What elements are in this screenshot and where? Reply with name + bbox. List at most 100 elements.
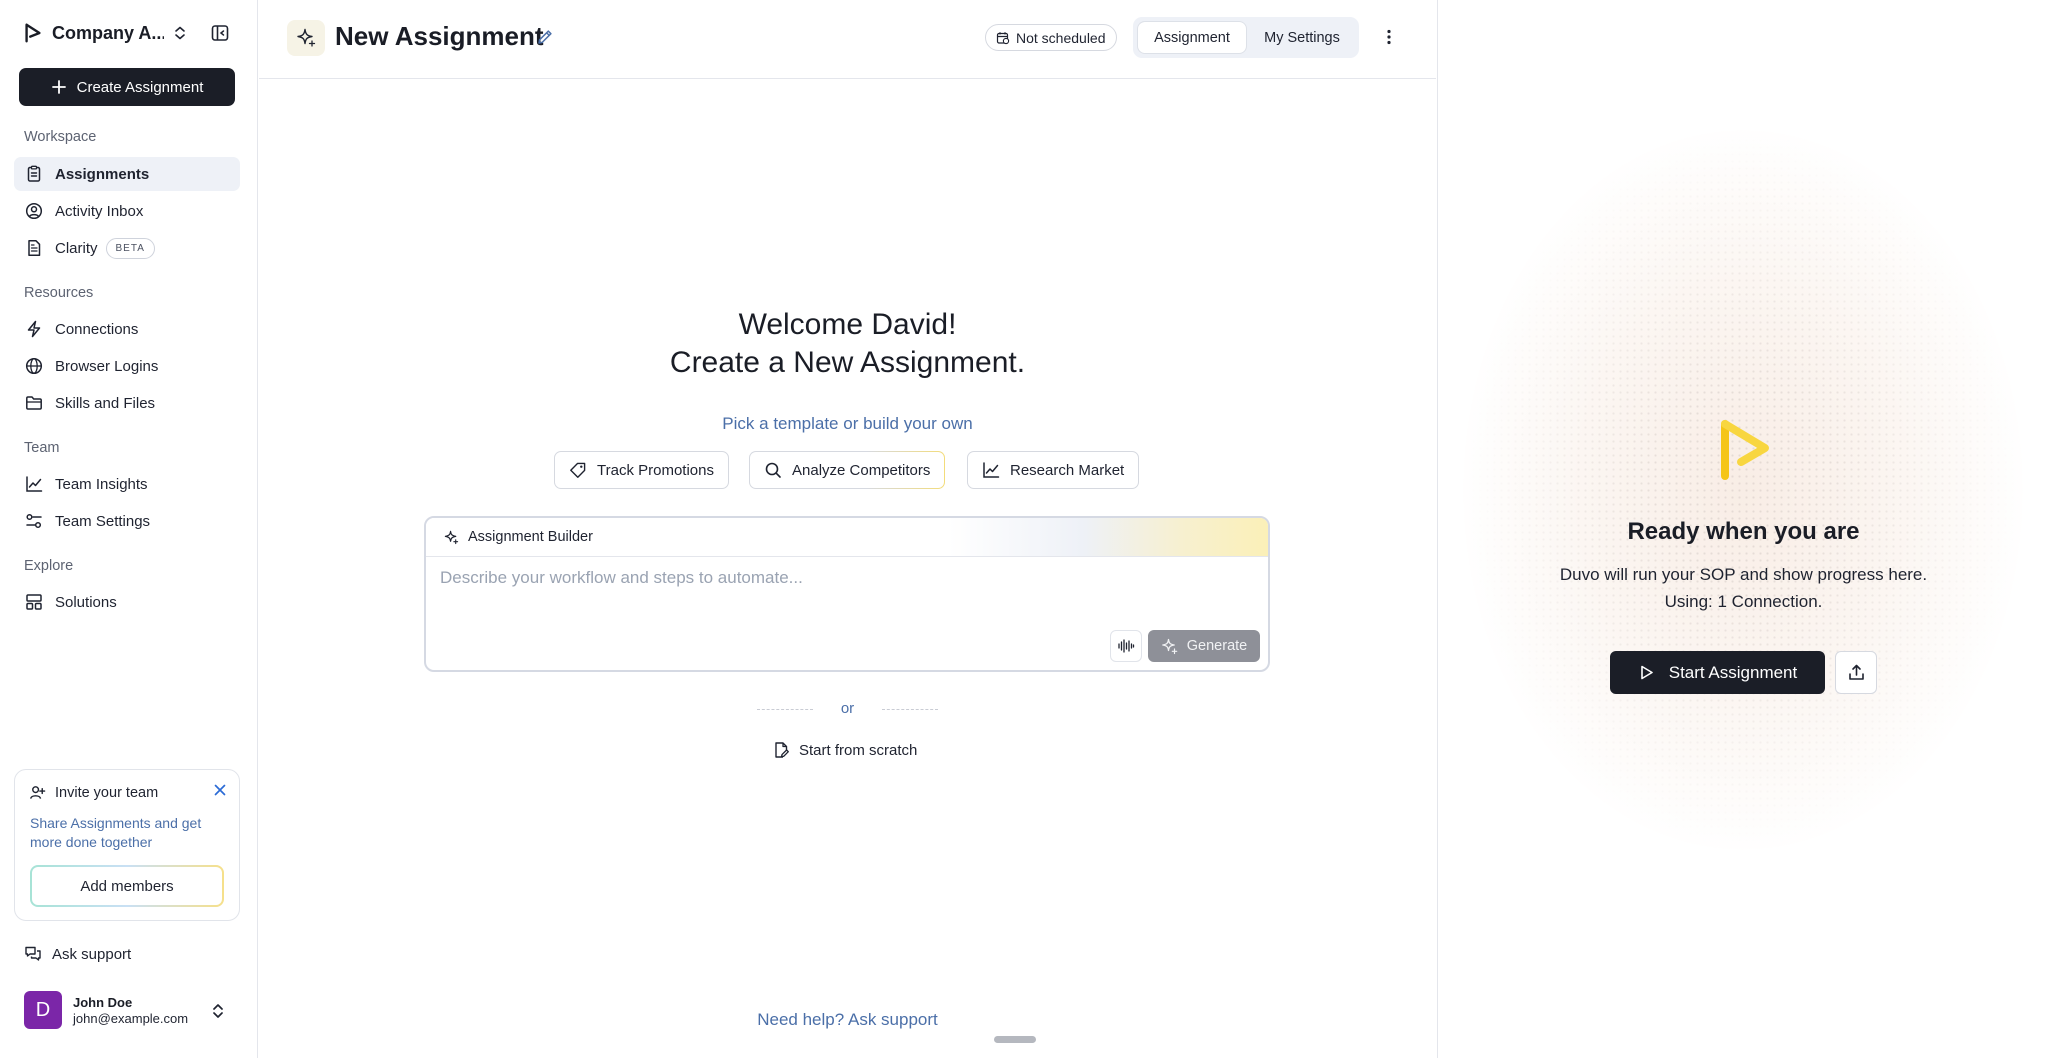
section-label-resources: Resources (24, 285, 94, 301)
start-assignment-label: Start Assignment (1668, 662, 1798, 682)
welcome-line-1: Welcome David! (738, 308, 957, 341)
layout-grid-icon (26, 594, 42, 610)
sidebar-item-label: Solutions (55, 593, 117, 611)
ready-title: Ready when you are (1627, 518, 1860, 545)
share-button[interactable] (1835, 651, 1877, 694)
template-label: Analyze Competitors (792, 461, 931, 479)
pencil-icon[interactable] (536, 28, 554, 46)
page-title: New Assignment (335, 21, 544, 51)
ask-support-label: Ask support (52, 945, 132, 963)
globe-icon (25, 357, 43, 375)
invite-title-text: Invite your team (55, 784, 159, 801)
template-research-market[interactable]: Research Market (967, 451, 1140, 489)
workspace-name: Company A... (52, 22, 164, 43)
file-pen-icon (775, 742, 789, 758)
sidebar-item-label: Activity Inbox (55, 202, 144, 220)
run-panel: Ready when you are Duvo will run your SO… (1437, 0, 2048, 1058)
brand-logo-icon (25, 23, 41, 43)
user-plus-icon (30, 786, 46, 799)
invite-title: Invite your team (29, 784, 158, 801)
create-assignment-label: Create Assignment (76, 78, 204, 96)
sidebar-item-clarity[interactable]: Clarity BETA (14, 231, 240, 265)
sparkle-icon (297, 28, 316, 47)
sliders-icon (26, 513, 42, 529)
template-prompt: Pick a template or build your own (722, 414, 973, 433)
workspace-switcher[interactable]: Company A... (22, 22, 229, 44)
sidebar-item-connections[interactable]: Connections (14, 312, 240, 346)
avatar: D (24, 991, 62, 1029)
sparkle-icon (1161, 638, 1178, 654)
sidebar-item-label: Connections (55, 320, 139, 338)
section-label-workspace: Workspace (24, 129, 97, 145)
section-label-explore: Explore (24, 558, 74, 574)
view-toggle: Assignment My Settings (1133, 17, 1359, 58)
voice-input-button[interactable] (1110, 630, 1142, 662)
resize-handle[interactable] (994, 1036, 1036, 1043)
ask-support-link[interactable]: Ask support (24, 945, 131, 963)
welcome-line-2: Create a New Assignment. (669, 346, 1026, 379)
audio-waveform-icon (1118, 639, 1135, 653)
assignment-builder: Assignment Builder Generate (424, 516, 1270, 672)
divider-right (882, 709, 938, 710)
more-options-icon[interactable] (1379, 27, 1399, 47)
help-link[interactable]: Need help? Ask support (259, 1010, 1436, 1030)
workflow-description-input[interactable] (440, 568, 1250, 588)
sidebar-item-solutions[interactable]: Solutions (14, 585, 240, 619)
chevron-up-down-icon[interactable] (210, 1002, 226, 1020)
sidebar-item-label: Skills and Files (55, 394, 156, 412)
ready-description-line-2: Using: 1 Connection. (1664, 592, 1823, 611)
sidebar-item-team-insights[interactable]: Team Insights (14, 467, 240, 501)
user-email: john@example.com (73, 1011, 189, 1026)
tag-icon (570, 462, 586, 478)
invite-team-card: Invite your team Share Assignments and g… (14, 769, 240, 921)
schedule-chip[interactable]: Not scheduled (985, 24, 1117, 51)
sidebar-item-label: Team Insights (55, 475, 148, 493)
template-label: Track Promotions (597, 461, 714, 479)
folder-icon (26, 396, 42, 410)
sidebar-item-browser-logins[interactable]: Browser Logins (14, 349, 240, 383)
assignment-builder-title: Assignment Builder (468, 529, 593, 545)
start-assignment-button[interactable]: Start Assignment (1610, 651, 1825, 694)
sidebar-collapse-icon[interactable] (210, 23, 230, 43)
tab-assignment[interactable]: Assignment (1138, 22, 1246, 53)
line-chart-icon (983, 462, 1000, 478)
schedule-label: Not scheduled (1016, 29, 1106, 46)
sparkle-icon (444, 530, 459, 544)
chat-bubbles-icon (25, 946, 41, 961)
assignment-builder-header: Assignment Builder (426, 518, 1268, 557)
play-icon (1640, 665, 1653, 680)
close-icon[interactable] (213, 783, 227, 797)
sidebar-item-activity-inbox[interactable]: Activity Inbox (14, 194, 240, 228)
calendar-clock-icon (996, 31, 1010, 44)
plus-icon (51, 80, 66, 94)
sidebar-item-team-settings[interactable]: Team Settings (14, 504, 240, 538)
add-members-button[interactable]: Add members (30, 865, 224, 907)
user-circle-icon (25, 202, 43, 220)
generate-button[interactable]: Generate (1148, 630, 1260, 662)
template-analyze-competitors[interactable]: Analyze Competitors (749, 451, 945, 489)
clipboard-icon (27, 165, 41, 182)
user-menu[interactable]: D John Doe john@example.com (24, 991, 238, 1031)
sidebar-item-assignments[interactable]: Assignments (14, 157, 240, 191)
main-panel: New Assignment Not scheduled Assignment … (259, 0, 1436, 1058)
sidebar-item-label: Team Settings (55, 512, 151, 530)
create-assignment-button[interactable]: Create Assignment (19, 68, 235, 106)
line-chart-icon (26, 476, 43, 492)
ready-description: Duvo will run your SOP and show progress… (1438, 561, 2048, 615)
user-name: John Doe (73, 995, 133, 1010)
sidebar: Company A... Create Assignment Workspace… (0, 0, 258, 1058)
start-from-scratch-link[interactable]: Start from scratch (772, 741, 917, 759)
upload-icon (1848, 664, 1864, 680)
or-divider-text: or (840, 700, 855, 717)
document-icon (28, 240, 41, 256)
chevron-up-down-icon[interactable] (172, 25, 188, 41)
ready-description-line-1: Duvo will run your SOP and show progress… (1559, 565, 1928, 584)
search-icon (765, 462, 781, 478)
sidebar-item-skills-files[interactable]: Skills and Files (14, 386, 240, 420)
welcome-heading: Welcome David! Create a New Assignment. (259, 306, 1436, 382)
template-label: Research Market (1010, 461, 1125, 479)
background-dots (1463, 130, 2023, 850)
invite-description: Share Assignments and get more done toge… (30, 815, 202, 850)
template-track-promotions[interactable]: Track Promotions (554, 451, 729, 489)
tab-my-settings[interactable]: My Settings (1249, 22, 1355, 53)
